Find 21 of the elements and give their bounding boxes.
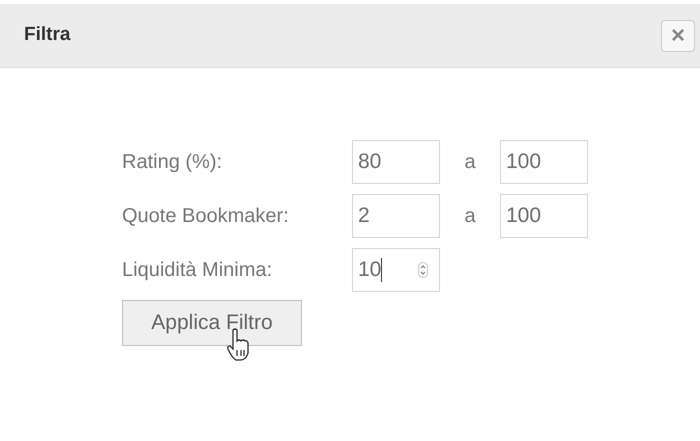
field-value: 80 [358, 149, 382, 176]
text-caret [381, 258, 382, 282]
apply-filter-button[interactable]: Applica Filtro [122, 300, 302, 346]
close-button[interactable]: × [661, 20, 695, 52]
field-value: 10 [358, 257, 382, 284]
number-field[interactable]: 80 [352, 140, 440, 184]
field-value: 2 [358, 203, 370, 230]
number-field[interactable]: 100 [500, 194, 588, 238]
number-field[interactable]: 2 [352, 194, 440, 238]
dialog-title: Filtra [24, 23, 70, 48]
range-separator: a [463, 204, 477, 229]
range-separator: a [463, 150, 477, 175]
field-label: Liquidità Minima: [122, 258, 274, 283]
field-value: 100 [506, 203, 542, 230]
spinner-icon [418, 262, 428, 278]
field-value: 100 [506, 149, 542, 176]
hand-cursor-icon [226, 328, 250, 362]
field-label: Rating (%): [122, 150, 224, 175]
number-field[interactable]: 100 [500, 140, 588, 184]
field-label: Quote Bookmaker: [122, 204, 290, 229]
number-field[interactable]: 10 [352, 248, 440, 292]
